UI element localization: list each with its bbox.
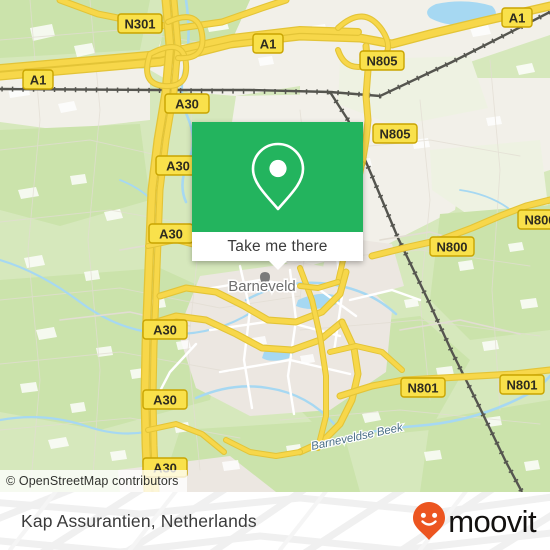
moovit-location-card: .green { fill:#d6e8bc; } .farm { fill:#f… <box>0 0 550 550</box>
road-shield-label: A1 <box>509 11 526 26</box>
road-shield-a1: A1 <box>252 33 284 54</box>
location-title-text: Kap Assurantien, Netherlands <box>21 510 257 531</box>
road-shield-a30: A30 <box>142 389 188 410</box>
road-shield-a30: A30 <box>142 319 188 340</box>
location-title: Kap Assurantien, Netherlands <box>21 492 257 550</box>
moovit-logo[interactable]: moovit <box>412 492 537 550</box>
take-me-there-label: Take me there <box>227 237 328 255</box>
take-me-there-callout[interactable]: Take me there <box>192 122 363 270</box>
road-shield-label: N801 <box>506 378 537 393</box>
callout-image-area <box>192 122 363 232</box>
road-shield-label: A30 <box>153 323 177 338</box>
road-shield-n800: N800 <box>517 209 550 230</box>
callout-pointer <box>268 261 287 270</box>
road-shield-n800: N800 <box>429 236 475 257</box>
road-shield-a1: A1 <box>22 69 54 90</box>
road-shield-label: N805 <box>379 127 410 142</box>
road-shield-label: N301 <box>124 17 155 32</box>
road-shield-label: A30 <box>166 159 190 174</box>
map-pin-icon <box>251 142 304 211</box>
road-shield-a1: A1 <box>501 7 533 28</box>
road-shield-label: A1 <box>30 73 47 88</box>
road-shield-n801: N801 <box>400 377 446 398</box>
moovit-wordmark: moovit <box>448 503 536 539</box>
moovit-pin-icon <box>413 502 446 540</box>
road-shield-n805: N805 <box>359 50 405 71</box>
road-shield-n801: N801 <box>499 374 545 395</box>
road-shield-label: A30 <box>175 97 199 112</box>
road-shield-label: N800 <box>524 213 550 228</box>
osm-attribution-text: © OpenStreetMap contributors <box>6 474 179 488</box>
place-label-barneveld: Barneveld <box>228 278 296 295</box>
road-shield-label: N805 <box>366 54 397 69</box>
road-shield-n805: N805 <box>372 123 418 144</box>
road-shield-a30: A30 <box>164 93 210 114</box>
footer-bar: Kap Assurantien, Netherlands moovit <box>0 492 550 550</box>
road-shield-n301: N301 <box>117 13 163 34</box>
callout-action-bar[interactable]: Take me there <box>192 232 363 261</box>
road-shield-label: A30 <box>159 227 183 242</box>
osm-attribution[interactable]: © OpenStreetMap contributors <box>0 470 187 492</box>
road-shield-label: N800 <box>436 240 467 255</box>
road-shield-label: N801 <box>407 381 438 396</box>
road-shield-label: A1 <box>260 37 277 52</box>
road-shield-a30: A30 <box>148 223 194 244</box>
road-shield-label: A30 <box>153 393 177 408</box>
